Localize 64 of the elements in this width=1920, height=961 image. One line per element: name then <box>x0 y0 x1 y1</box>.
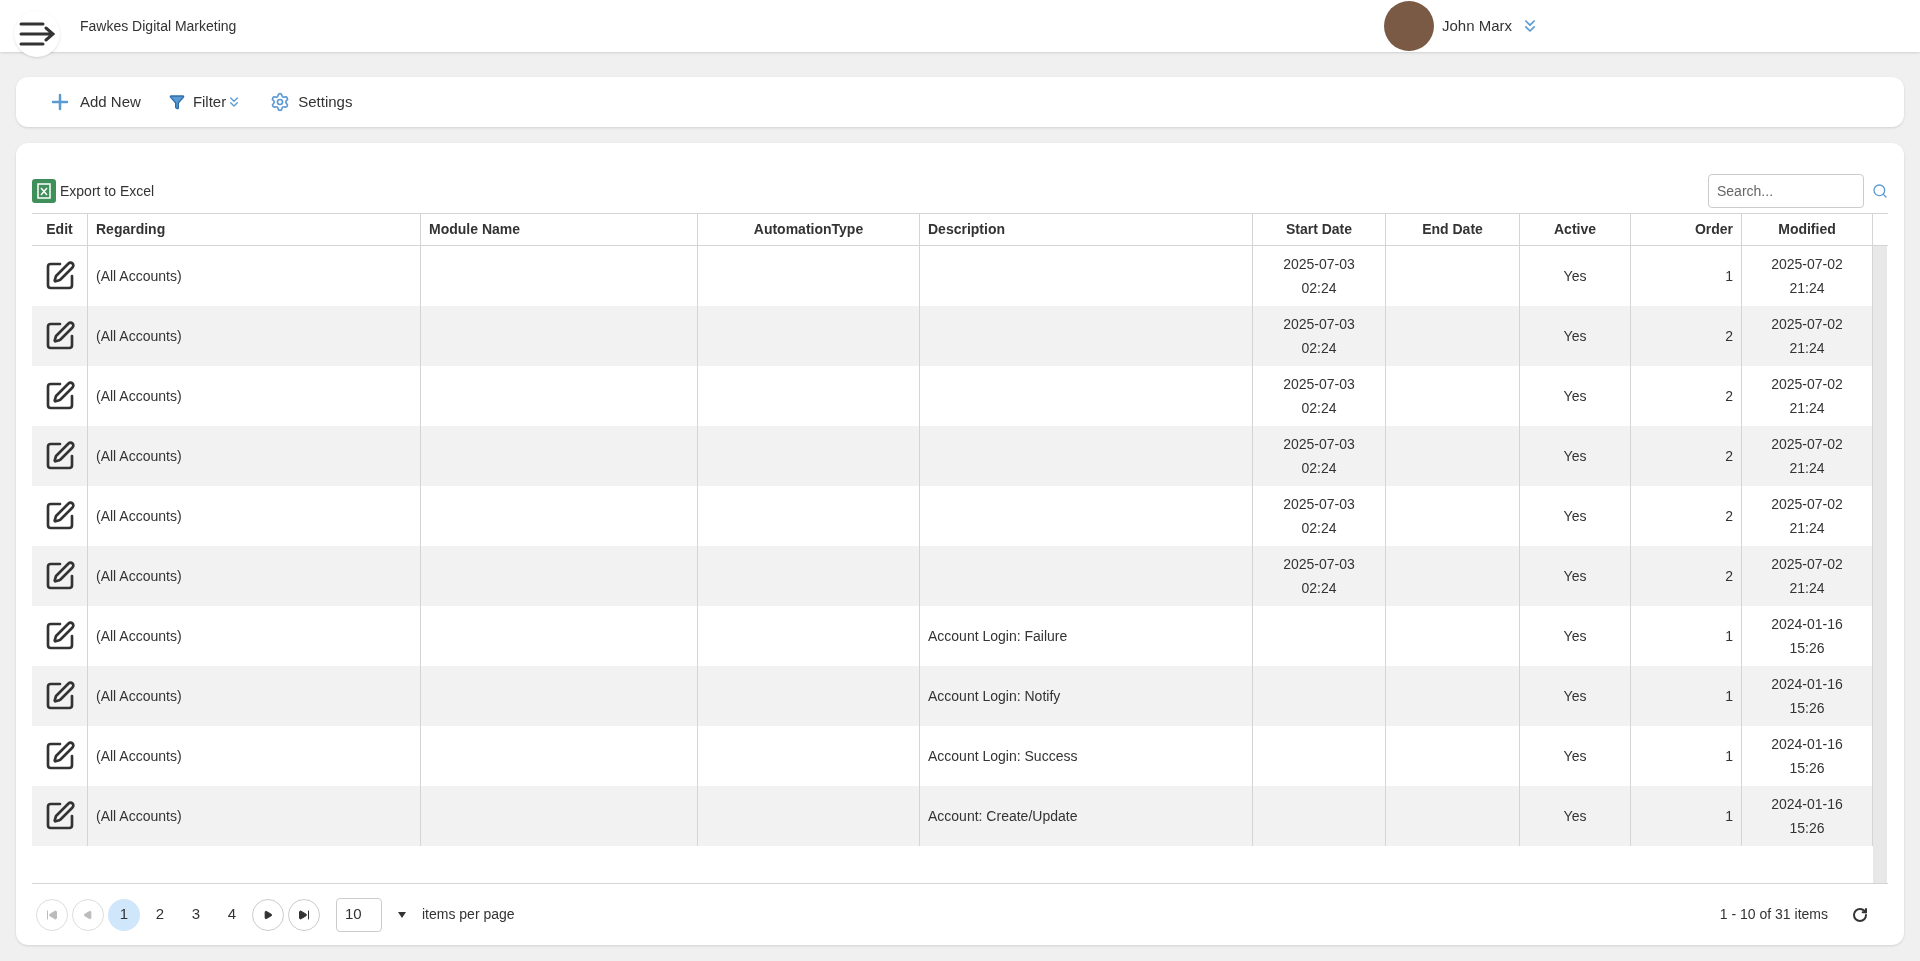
table-cell: 2025-07-02 21:24 <box>1742 306 1873 366</box>
filter-icon <box>168 94 185 110</box>
toolbar-button[interactable]: Filter <box>156 84 255 120</box>
export-button[interactable]: Export to Excel <box>32 179 155 203</box>
search-field[interactable]: Search... <box>1708 174 1864 208</box>
table-cell: Account Login: Notify <box>920 666 1253 726</box>
page-button[interactable]: 2 <box>144 898 176 931</box>
last-page-icon <box>298 908 310 921</box>
toolbar-button[interactable]: Settings <box>258 84 365 120</box>
settings-icon <box>270 92 291 112</box>
column-header[interactable]: Start Date <box>1253 214 1386 245</box>
column-header[interactable]: Regarding <box>88 214 421 245</box>
table-cell: 2024-01-16 15:26 <box>1742 786 1873 846</box>
user-name[interactable]: John Marx <box>1441 14 1512 38</box>
table-cell: 1 <box>1631 786 1742 846</box>
table-cell: 2024-01-16 15:26 <box>1742 666 1873 726</box>
table-cell: (All Accounts) <box>88 426 421 486</box>
column-header[interactable]: Modified <box>1742 214 1873 245</box>
table-cell: Yes <box>1520 666 1631 726</box>
toolbar-button[interactable]: Add New <box>36 84 153 120</box>
page-button[interactable]: 1 <box>108 898 140 931</box>
table-cell: 1 <box>1631 666 1742 726</box>
page-size-dropdown[interactable]: 10 <box>336 897 406 932</box>
table-cell: 2025-07-03 02:24 <box>1253 306 1386 366</box>
page-size-label: items per page <box>422 905 515 924</box>
spreadsheet-icon <box>32 179 56 203</box>
table-cell: (All Accounts) <box>88 306 421 366</box>
item-count: 1 - 10 of 31 items <box>1719 905 1828 924</box>
table-cell: 2025-07-02 21:24 <box>1742 426 1873 486</box>
column-header[interactable]: AutomationType <box>698 214 920 245</box>
first-page-icon <box>46 908 58 921</box>
page-button[interactable]: 3 <box>180 898 212 931</box>
column-header[interactable]: End Date <box>1386 214 1520 245</box>
previous-page-icon <box>83 909 93 920</box>
column-header[interactable]: Module Name <box>421 214 698 245</box>
table-cell: Yes <box>1520 786 1631 846</box>
avatar-placeholder <box>1383 1 1434 51</box>
table-cell: 2 <box>1631 306 1742 366</box>
table-cell: 2025-07-03 02:24 <box>1253 426 1386 486</box>
table-cell: Yes <box>1520 306 1631 366</box>
scrollbar-track[interactable] <box>1873 246 1887 883</box>
table-cell: 2 <box>1631 426 1742 486</box>
column-header[interactable]: Edit <box>32 214 88 245</box>
table-cell: 2 <box>1631 546 1742 606</box>
table-cell: 2025-07-02 21:24 <box>1742 546 1873 606</box>
dropdown-icon <box>398 911 406 918</box>
company-name: Fawkes Digital Marketing <box>80 16 237 36</box>
menu-icon <box>19 21 55 47</box>
page-size-field[interactable]: 10 <box>336 897 382 932</box>
table-cell: Yes <box>1520 426 1631 486</box>
table-cell: Yes <box>1520 546 1631 606</box>
column-header[interactable]: Active <box>1520 214 1631 245</box>
column-header[interactable]: Order <box>1631 214 1742 245</box>
search-icon[interactable] <box>1872 183 1888 199</box>
next-page-icon <box>263 909 273 920</box>
table-cell: Account: Create/Update <box>920 786 1253 846</box>
refresh-icon[interactable] <box>1852 906 1868 923</box>
page-button[interactable]: 4 <box>216 898 248 931</box>
table-cell: (All Accounts) <box>88 786 421 846</box>
table-cell: (All Accounts) <box>88 546 421 606</box>
table-cell: 2025-07-03 02:24 <box>1253 546 1386 606</box>
menu-button[interactable] <box>14 11 60 57</box>
table-cell: (All Accounts) <box>88 666 421 726</box>
column-header[interactable]: Description <box>920 214 1253 245</box>
